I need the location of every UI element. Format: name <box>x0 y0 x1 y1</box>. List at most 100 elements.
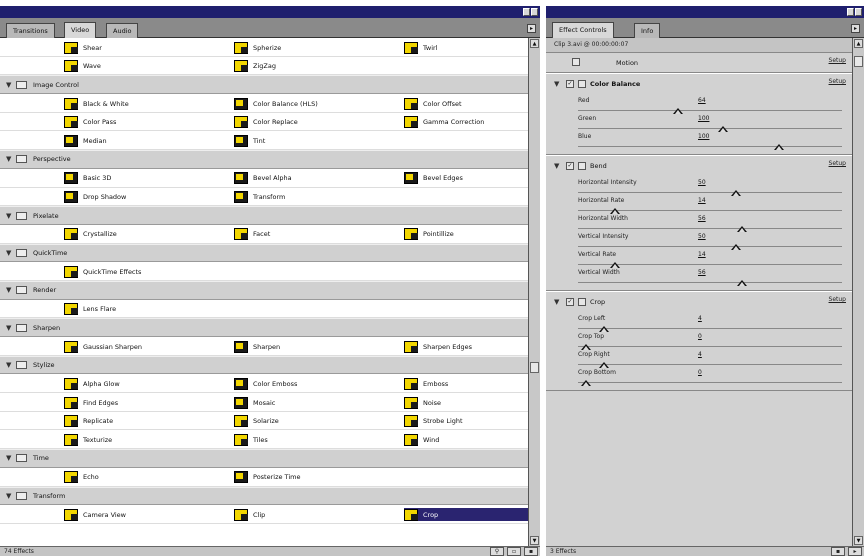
param-value[interactable]: 100 <box>698 133 709 140</box>
keyframe-checkbox[interactable] <box>578 162 586 170</box>
slider-track[interactable] <box>578 380 842 386</box>
scroll-up-icon[interactable]: ▲ <box>854 39 863 48</box>
category-header[interactable]: ▼ Image Control <box>0 75 528 95</box>
param-value[interactable]: 4 <box>698 315 702 322</box>
effect-item-solarize[interactable]: Solarize <box>234 415 279 428</box>
slider-track[interactable] <box>578 262 842 268</box>
effect-item-noise[interactable]: Noise <box>404 396 441 409</box>
find-icon[interactable]: ⚲ <box>490 547 504 556</box>
slider-track[interactable] <box>578 190 842 196</box>
effect-item-find-edges[interactable]: Find Edges <box>64 396 118 409</box>
param-value[interactable]: 56 <box>698 269 706 276</box>
disclosure-triangle-icon[interactable]: ▼ <box>6 81 16 89</box>
tab-video[interactable]: Video <box>64 22 97 38</box>
slider-track[interactable] <box>578 244 842 250</box>
tab-effect-controls[interactable]: Effect Controls <box>552 22 614 38</box>
category-header[interactable]: ▼ Time <box>0 449 528 468</box>
disclosure-triangle-icon[interactable]: ▼ <box>6 324 16 332</box>
palette-menu-button[interactable]: ▸ <box>527 24 536 33</box>
effect-item-color-offset[interactable]: Color Offset <box>404 97 462 110</box>
category-header[interactable]: ▼ Stylize <box>0 355 528 375</box>
close-button[interactable] <box>855 8 862 16</box>
disclosure-triangle-icon[interactable]: ▼ <box>554 80 566 88</box>
param-value[interactable]: 0 <box>698 369 702 376</box>
effect-item-replicate[interactable]: Replicate <box>64 415 113 428</box>
effect-item-crop[interactable]: Crop <box>404 508 528 522</box>
motion-setup-link[interactable]: Setup <box>829 57 846 64</box>
param-value[interactable]: 64 <box>698 97 706 104</box>
effect-item-color-balance-hls[interactable]: Color Balance (HLS) <box>234 97 318 110</box>
disclosure-triangle-icon[interactable]: ▼ <box>6 212 16 220</box>
slider-track[interactable] <box>578 208 842 214</box>
minimize-button[interactable] <box>523 8 530 16</box>
slider-track[interactable] <box>578 144 842 150</box>
effect-item-texturize[interactable]: Texturize <box>64 433 112 446</box>
slider-track[interactable] <box>578 108 842 114</box>
delete-icon[interactable]: ▪ <box>524 547 538 556</box>
effect-item-bevel-edges[interactable]: Bevel Edges <box>404 172 463 185</box>
param-value[interactable]: 0 <box>698 333 702 340</box>
enable-effect-checkbox[interactable]: ✓ <box>566 298 574 306</box>
effect-item-color-emboss[interactable]: Color Emboss <box>234 377 297 390</box>
effect-item-pointillize[interactable]: Pointillize <box>404 228 454 241</box>
effect-item-mosaic[interactable]: Mosaic <box>234 396 275 409</box>
effect-item-median[interactable]: Median <box>64 134 107 147</box>
scroll-down-icon[interactable]: ▼ <box>854 536 863 545</box>
disclosure-triangle-icon[interactable]: ▼ <box>6 249 16 257</box>
effect-item-sharpen-edges[interactable]: Sharpen Edges <box>404 340 472 353</box>
scroll-thumb[interactable] <box>530 362 539 373</box>
effect-item-basic-3d[interactable]: Basic 3D <box>64 172 111 185</box>
slider-thumb[interactable] <box>580 380 591 386</box>
effect-item-tiles[interactable]: Tiles <box>234 433 268 446</box>
disclosure-triangle-icon[interactable]: ▼ <box>554 162 566 170</box>
controls-titlebar[interactable] <box>546 6 864 18</box>
tab-transitions[interactable]: Transitions <box>6 23 55 38</box>
scroll-thumb[interactable] <box>854 56 863 67</box>
setup-link[interactable]: Setup <box>829 78 846 85</box>
effect-item-tint[interactable]: Tint <box>234 134 265 147</box>
disclosure-triangle-icon[interactable]: ▼ <box>6 155 16 163</box>
param-value[interactable]: 50 <box>698 233 706 240</box>
effect-item-emboss[interactable]: Emboss <box>404 377 448 390</box>
category-header[interactable]: ▼ Sharpen <box>0 318 528 337</box>
effect-item-drop-shadow[interactable]: Drop Shadow <box>64 191 126 204</box>
effects-scrollbar[interactable]: ▲ ▼ <box>528 38 540 546</box>
close-button[interactable] <box>531 8 538 16</box>
effect-item-gaussian-sharpen[interactable]: Gaussian Sharpen <box>64 340 142 353</box>
slider-track[interactable] <box>578 226 842 232</box>
disclosure-triangle-icon[interactable]: ▼ <box>6 361 16 369</box>
category-header[interactable]: ▼ Render <box>0 280 528 300</box>
setup-link[interactable]: Setup <box>829 160 846 167</box>
keyframe-checkbox[interactable] <box>578 298 586 306</box>
new-folder-icon[interactable]: ▫ <box>507 547 521 556</box>
tab-audio[interactable]: Audio <box>106 23 139 38</box>
effect-item-bevel-alpha[interactable]: Bevel Alpha <box>234 172 292 185</box>
enable-effect-checkbox[interactable]: ✓ <box>566 80 574 88</box>
effect-item-posterize-time[interactable]: Posterize Time <box>234 471 300 484</box>
trash-icon[interactable]: ▪ <box>831 547 845 556</box>
options-icon[interactable]: ▸ <box>848 547 862 556</box>
slider-thumb[interactable] <box>773 144 784 150</box>
param-value[interactable]: 14 <box>698 197 706 204</box>
effect-item-twirl[interactable]: Twirl <box>404 41 438 54</box>
slider-track[interactable] <box>578 362 842 368</box>
motion-checkbox[interactable] <box>572 58 580 66</box>
controls-scrollbar[interactable]: ▲ ▼ <box>852 38 864 546</box>
effect-item-quicktime-effects[interactable]: QuickTime Effects <box>64 265 141 278</box>
slider-track[interactable] <box>578 280 842 286</box>
effect-item-wind[interactable]: Wind <box>404 433 439 446</box>
category-header[interactable]: ▼ Perspective <box>0 150 528 169</box>
effect-item-wave[interactable]: Wave <box>64 60 101 73</box>
effect-item-sharpen[interactable]: Sharpen <box>234 340 280 353</box>
effect-item-camera-view[interactable]: Camera View <box>64 508 126 521</box>
slider-track[interactable] <box>578 344 842 350</box>
slider-track[interactable] <box>578 326 842 332</box>
disclosure-triangle-icon[interactable]: ▼ <box>554 298 566 306</box>
effect-item-strobe-light[interactable]: Strobe Light <box>404 415 463 428</box>
minimize-button[interactable] <box>847 8 854 16</box>
effect-item-crystallize[interactable]: Crystallize <box>64 228 117 241</box>
slider-track[interactable] <box>578 126 842 132</box>
effect-item-facet[interactable]: Facet <box>234 228 270 241</box>
effect-item-echo[interactable]: Echo <box>64 471 99 484</box>
setup-link[interactable]: Setup <box>829 296 846 303</box>
